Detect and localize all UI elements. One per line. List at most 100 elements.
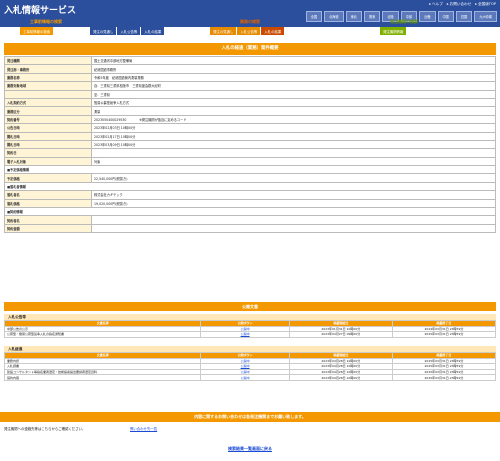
row-value: 19,020,000円(税抜き)	[91, 198, 496, 209]
detail-row: 契約金額	[4, 223, 496, 234]
end-date: 2025年03月31日 23時59分	[391, 374, 497, 381]
detail-row: 予定価格 22,540,000円(税抜き)	[4, 173, 496, 183]
detail-row: 発注機関 国土交通省中部地方整備局	[4, 55, 496, 66]
service-result-button[interactable]: 入札の結果	[261, 27, 285, 35]
category-title: 工事前情報の検索	[30, 19, 62, 24]
service-outlook-button[interactable]: 発注の見通し	[210, 27, 237, 35]
row-label: 落札者名	[4, 190, 92, 200]
detail-row: 開札日時 2023年03月09日 10時00分	[4, 139, 496, 150]
row-value: 紀勢国道事務所	[91, 64, 496, 74]
row-label: 契約日	[4, 148, 92, 158]
start-date: 2023年04月27日 09時00分	[288, 331, 393, 338]
row-label: 業務対象地域	[4, 81, 92, 91]
row-label: 電子入札対象	[4, 156, 92, 167]
row-value: 対象	[91, 156, 496, 167]
section-row: ■落札者情報	[4, 181, 496, 192]
section-label: ■落札者情報	[4, 181, 496, 192]
construction-notice-button[interactable]: 入札公告等	[117, 27, 141, 35]
table-row: 契約内容 公開中 2023年04月28日 10時00分 2025年03月31日 …	[3, 374, 497, 381]
detail-row: 公告日時 2023年02月03日 10時00分	[4, 123, 496, 133]
row-value	[91, 223, 496, 234]
row-value	[91, 148, 496, 158]
public-docs-title: 公開文書	[4, 302, 496, 311]
detail-row: 至：三重県	[4, 89, 496, 99]
row-value: 国土交通省中部地方整備局	[91, 55, 496, 66]
row-label: 発注部・事務所	[4, 64, 92, 74]
row-value: 測量	[91, 106, 496, 116]
detail-table: 発注機関 国土交通省中部地方整備局 発注部・事務所 紀勢国道事務所 業務名称 令和5年…	[4, 55, 496, 234]
row-value: 2023年03月09日 10時00分	[91, 139, 496, 150]
row-value: 簡易公募型競争入札方式	[91, 97, 496, 108]
row-value: 2023年02月17日 10時00分	[91, 131, 496, 141]
row-label: 業務区分	[4, 106, 92, 116]
row-value: 2023050400029530 ※発注機関が独自に定めるコード	[91, 114, 496, 125]
category-nav: 工事前情報の検索 工事前情報の検索 工事の検索 発注の見通し 入札公告等 入札の…	[0, 19, 500, 35]
row-label: 契約者名	[4, 215, 92, 225]
detail-row: 契約者名	[4, 215, 496, 225]
category-buttons: 発注の見通し 入札公告等 入札の結果	[210, 27, 285, 35]
row-label: 発注機関	[4, 55, 92, 66]
row-label: 入札契約方式	[4, 97, 92, 108]
row-label: 業務名称	[4, 72, 92, 83]
pre-construction-search-button[interactable]: 工事前情報の検索	[20, 27, 54, 35]
start-date: 2023年04月28日 10時00分	[288, 374, 393, 381]
row-label: 開札日時	[4, 131, 92, 141]
category-title: 業務の検索	[240, 19, 260, 24]
row-label: 落札価格	[4, 198, 92, 209]
row-label: 契約金額	[4, 223, 92, 234]
public-docs-table: 文書名称 公開ボタン 掲載開始日 掲載終了日 業務内訳 公開中 2023年04月…	[3, 352, 497, 381]
detail-row: 契約日	[4, 148, 496, 158]
detail-row: 業務対象地域 自：三重県三重県松阪市 三重県度会郡大紀町	[4, 81, 496, 91]
detail-row: 落札者名 株式会社カギテック	[4, 190, 496, 200]
category-buttons: 発注の見通し 入札公告等 入札の結果	[90, 27, 165, 35]
section-row: ■予定価格情報	[4, 165, 496, 175]
section-label: ■予定価格情報	[4, 165, 496, 175]
detail-row: 発注部・事務所 紀勢国道事務所	[4, 64, 496, 74]
category-buttons: 発注機関情報	[380, 27, 407, 35]
detail-title-bar: 入札の経過（業務）案件概要	[4, 43, 496, 55]
row-value: 令和5年度 紀勢国道管内測量業務	[91, 72, 496, 83]
agency-info-button[interactable]: 発注機関情報	[380, 27, 407, 35]
public-docs-table: 文書名称 公開ボタン 掲載開始日 掲載終了日 中部公告の公示 公開中 2023年…	[3, 320, 497, 338]
row-value	[91, 215, 496, 225]
row-value: 2023年02月03日 10時00分	[91, 123, 496, 133]
construction-result-button[interactable]: 入札の結果	[141, 27, 165, 35]
service-notice-button[interactable]: 入札公告等	[237, 27, 261, 35]
doc-name: 契約内容	[3, 374, 202, 381]
open-doc-link[interactable]: 公開中	[200, 374, 290, 381]
row-label: 開札日時	[4, 139, 92, 150]
row-label: 契約番号	[4, 114, 92, 125]
back-to-results-link[interactable]: 検索結果一覧画面に戻る	[0, 446, 500, 452]
end-date: 2025年03月31日 23時59分	[391, 331, 497, 338]
site-logo[interactable]: 入札情報サービス	[4, 3, 76, 16]
national-top-link[interactable]: 全国版TOP	[475, 2, 496, 7]
detail-row: 開札日時 2023年02月17日 10時00分	[4, 131, 496, 141]
construction-outlook-button[interactable]: 発注の見通し	[90, 27, 117, 35]
row-value: 自：三重県三重県松阪市 三重県度会郡大紀町	[91, 81, 496, 91]
detail-row: 契約番号 2023050400029530 ※発注機関が独自に定めるコード	[4, 114, 496, 125]
row-value: 株式会社カギテック	[91, 190, 496, 200]
inquiry-link[interactable]: お問い合わせ	[447, 2, 472, 7]
detail-row: 業務区分 測量	[4, 106, 496, 116]
row-value: 至：三重県	[91, 89, 496, 99]
top-nav: ヘルプ お問い合わせ 全国版TOP	[429, 2, 496, 7]
row-label	[4, 89, 92, 99]
row-value: 22,540,000円(税抜き)	[91, 173, 496, 183]
table-row: 公募型・簡易公募型競争入札の指名通知書 公開中 2023年04月27日 09時0…	[3, 331, 497, 338]
contact-list-link[interactable]: 問い合わせ先一覧	[130, 426, 157, 431]
section-row: ■契約情報	[4, 207, 496, 217]
help-link[interactable]: ヘルプ	[429, 2, 443, 7]
detail-row: 電子入札対象 対象	[4, 156, 496, 167]
contact-notice-bar: 内容に関するお問い合わせは各発注機関までお願い致します。	[0, 412, 500, 422]
open-doc-link[interactable]: 公開中	[200, 331, 290, 338]
detail-row: 業務名称 令和5年度 紀勢国道管内測量業務	[4, 72, 496, 83]
category-title: 発注機関の検索	[390, 19, 418, 24]
row-label: 予定価格	[4, 173, 92, 183]
detail-row: 落札価格 19,020,000円(税抜き)	[4, 198, 496, 209]
contact-text: 発注機関への連絡先等はこちらからご確認ください。	[4, 427, 86, 431]
section-label: ■契約情報	[4, 207, 496, 217]
detail-row: 入札契約方式 簡易公募型競争入札方式	[4, 97, 496, 108]
row-label: 公告日時	[4, 123, 92, 133]
category-title: 工事の検索	[120, 19, 140, 24]
doc-name: 公募型・簡易公募型競争入札の指名通知書	[3, 331, 202, 338]
